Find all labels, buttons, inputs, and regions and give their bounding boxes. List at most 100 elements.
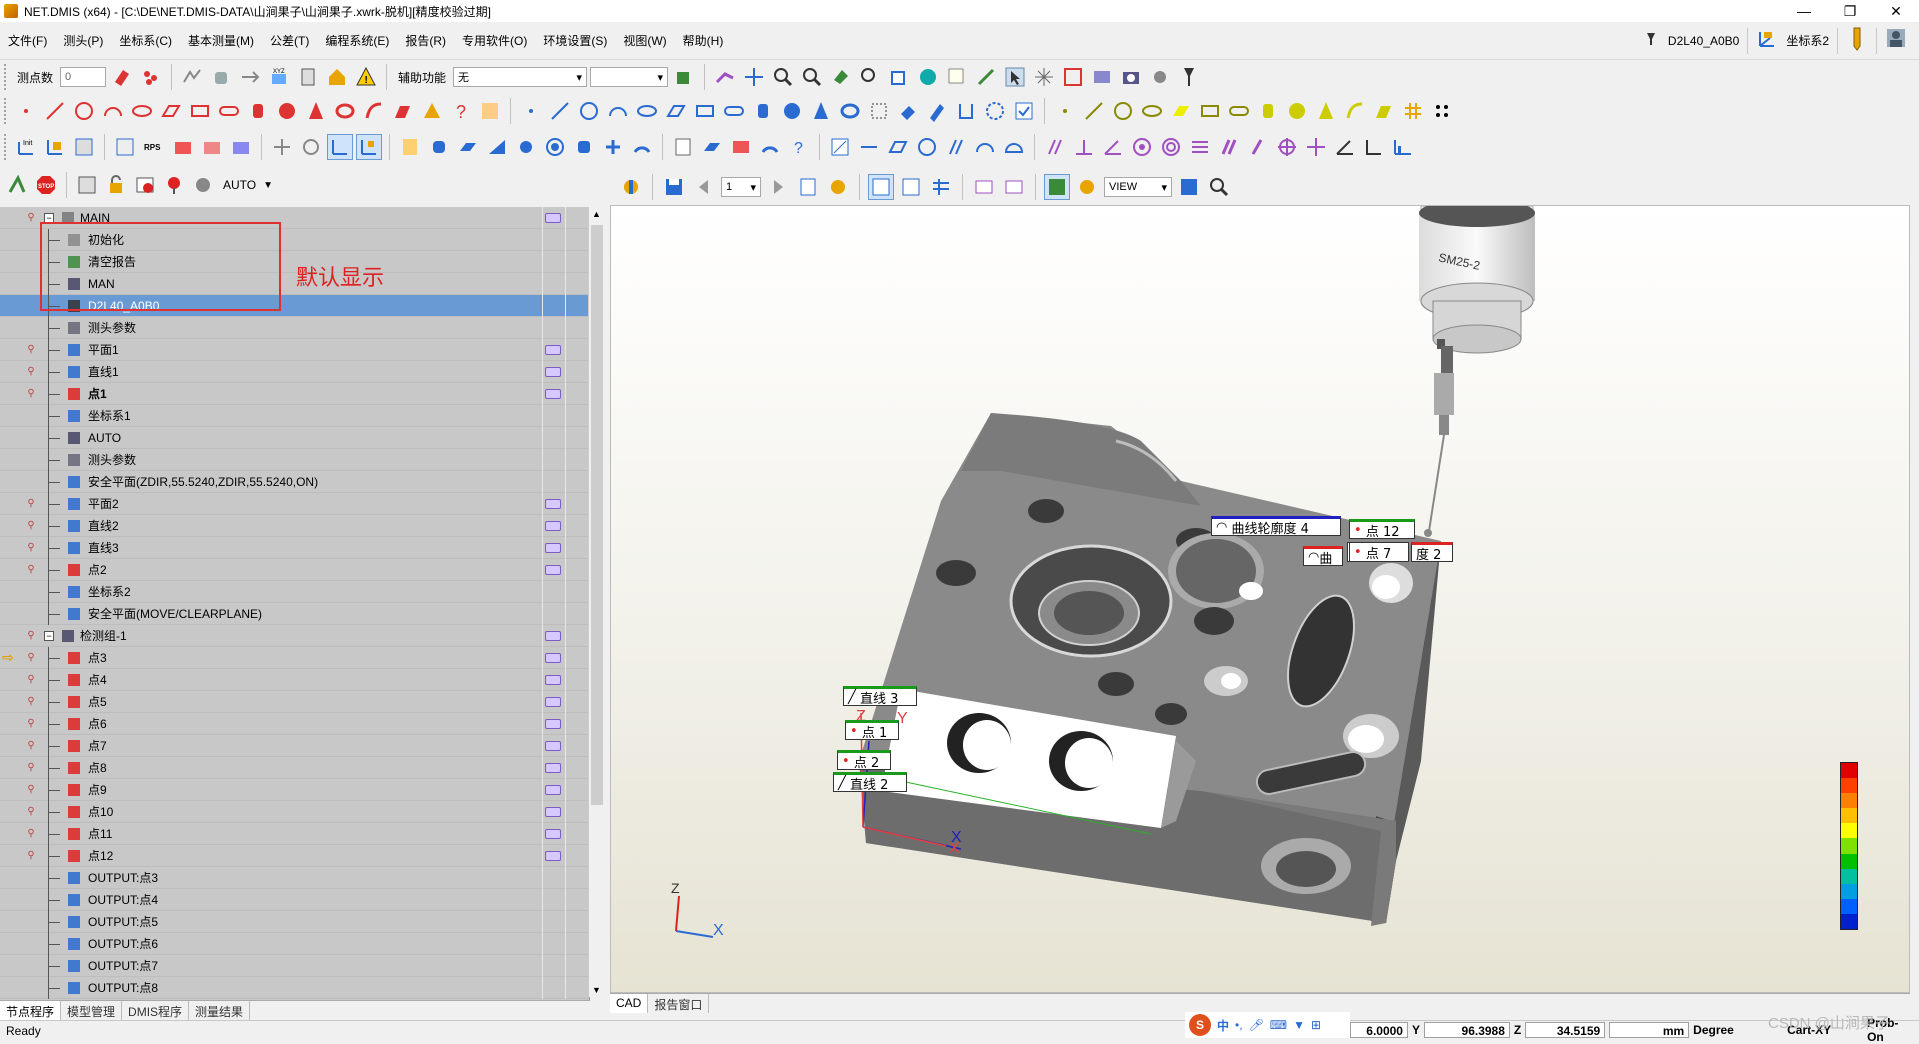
bulb-icon[interactable]: ⚲ [24, 519, 38, 533]
home-icon[interactable] [324, 64, 350, 90]
menu-special[interactable]: 专用软件(O) [454, 32, 535, 49]
menu-report[interactable]: 报告(R) [397, 32, 454, 49]
sym-tol-icon[interactable] [600, 134, 626, 160]
tree-row[interactable]: ⚲ 点8 [0, 756, 588, 779]
cursor-icon[interactable] [1002, 64, 1028, 90]
circle-icon-2[interactable] [576, 98, 602, 124]
label-curve-profile-2b[interactable]: 度 2 [1411, 542, 1453, 563]
bracket-icon[interactable] [953, 98, 979, 124]
rect-icon[interactable] [187, 98, 213, 124]
report-flag-icon[interactable] [545, 741, 561, 751]
aux-select[interactable]: 无 ▾ [453, 67, 588, 87]
record-icon[interactable] [132, 172, 158, 198]
label-line-2[interactable]: ╱ 直线 2 [833, 772, 907, 793]
menu-measure[interactable]: 基本测量(M) [180, 32, 262, 49]
bulb-icon[interactable]: ⚲ [24, 761, 38, 775]
rps-icon[interactable]: RPS [141, 134, 167, 160]
eraser-icon[interactable] [109, 64, 135, 90]
tab-cad[interactable]: CAD [610, 994, 649, 1013]
report-flag-icon[interactable] [545, 521, 561, 531]
bulb-icon[interactable]: ⚲ [24, 387, 38, 401]
tab-results[interactable]: 测量结果 [189, 1001, 251, 1020]
rect-icon-2[interactable] [692, 98, 718, 124]
bulb-icon[interactable]: ⚲ [24, 343, 38, 357]
tree-row[interactable]: 安全平面(MOVE/CLEARPLANE) [0, 602, 588, 625]
tree-row[interactable]: ⚲ 平面1 [0, 338, 588, 361]
axis-icon[interactable] [269, 134, 295, 160]
probe-view-icon[interactable] [825, 174, 851, 200]
tree-row[interactable]: ⚲ 点7 [0, 734, 588, 757]
tree-row[interactable]: OUTPUT:点6 [0, 932, 588, 955]
tab-dmis[interactable]: DMIS程序 [122, 1001, 190, 1020]
bulb-icon[interactable]: ⚲ [24, 541, 38, 555]
surface-icon-3[interactable] [1371, 98, 1397, 124]
report-flag-icon[interactable] [545, 829, 561, 839]
label-toggle-icon[interactable] [1044, 174, 1070, 200]
list-icon[interactable] [74, 172, 100, 198]
ellipse-icon-2[interactable] [634, 98, 660, 124]
tree-row[interactable]: 安全平面(ZDIR,55.5240,ZDIR,55.5240,ON) [0, 470, 588, 493]
zoom-in-icon[interactable] [799, 64, 825, 90]
label-point-1[interactable]: • 点 1 [845, 720, 899, 741]
label-line-3[interactable]: ╱ 直线 3 [843, 686, 917, 707]
tree-row[interactable]: ⚲ 直线2 [0, 514, 588, 537]
slot-icon[interactable] [216, 98, 242, 124]
prev-icon[interactable] [691, 174, 717, 200]
dots-icon[interactable] [1429, 98, 1455, 124]
cylinder-icon-2[interactable] [750, 98, 776, 124]
tree-row[interactable]: 坐标系1 [0, 404, 588, 427]
shirt-icon[interactable]: ▼ [1293, 1018, 1305, 1032]
angle-dim-icon[interactable] [1332, 134, 1358, 160]
edge-icon[interactable] [419, 98, 445, 124]
label-curve-profile-2a[interactable]: ◠ 曲 [1303, 546, 1343, 567]
arc-tol-icon[interactable] [757, 134, 783, 160]
bulb-icon[interactable]: ⚲ [24, 497, 38, 511]
settings-icon[interactable] [1147, 64, 1173, 90]
tree-row[interactable]: ⚲ 点10 [0, 800, 588, 823]
cone-icon-3[interactable] [1313, 98, 1339, 124]
tab-model[interactable]: 模型管理 [61, 1001, 123, 1020]
cylinder-icon[interactable] [245, 98, 271, 124]
cad-viewport[interactable]: SM25-2 X Y Z X X Z ◠ 曲线轮廓度 4 • 点 12 • 点 … [610, 205, 1910, 993]
table-icon[interactable] [928, 174, 954, 200]
circle-icon-3[interactable] [1110, 98, 1136, 124]
tree-row[interactable]: ⚲ 点4 [0, 668, 588, 691]
menu-help[interactable]: 帮助(H) [675, 32, 732, 49]
menu-coord[interactable]: 坐标系(C) [111, 32, 180, 49]
point-icon-2[interactable] [518, 98, 544, 124]
scene-icon[interactable] [618, 174, 644, 200]
move-icon[interactable] [237, 64, 263, 90]
pattern-icon[interactable] [477, 98, 503, 124]
aux-select-2[interactable]: ▾ [590, 67, 669, 87]
tree-row[interactable]: ⚲ 点11 [0, 822, 588, 845]
cylinder-icon-3[interactable] [1255, 98, 1281, 124]
tree-row[interactable]: OUTPUT:点7 [0, 954, 588, 977]
bulb-icon[interactable]: ⚲ [24, 827, 38, 841]
tree-row[interactable]: ⚲ 点9 [0, 778, 588, 801]
tree-row[interactable]: 测头参数 [0, 448, 588, 471]
tree-row[interactable]: ⚲ 直线1 [0, 360, 588, 383]
bulb-icon[interactable]: ⚲ [24, 211, 38, 225]
tree-row[interactable]: OUTPUT:点3 [0, 866, 588, 889]
menu-program[interactable]: 编程系统(E) [317, 32, 397, 49]
rotate-coord-icon[interactable] [199, 134, 225, 160]
report-view-icon[interactable] [868, 174, 894, 200]
ime-punct-icon[interactable]: •, [1235, 1018, 1243, 1032]
tree-row[interactable]: ⚲ − 检测组-1 [0, 624, 588, 647]
camera-icon[interactable] [1118, 64, 1144, 90]
dim-view-icon-2[interactable] [1001, 174, 1027, 200]
point-icon[interactable] [13, 98, 39, 124]
slope-tol-icon[interactable] [484, 134, 510, 160]
sogou-icon[interactable]: S [1189, 1014, 1211, 1036]
transform-icon[interactable] [895, 98, 921, 124]
flat-tol-icon[interactable] [455, 134, 481, 160]
dim-icon[interactable] [827, 134, 853, 160]
point-icon-3[interactable] [1052, 98, 1078, 124]
multi-position-icon[interactable] [1303, 134, 1329, 160]
curve-icon-3[interactable] [1342, 98, 1368, 124]
save-coord-icon[interactable] [228, 134, 254, 160]
collapse-icon[interactable]: − [44, 630, 54, 641]
line-icon[interactable] [42, 98, 68, 124]
doc-icon[interactable] [670, 134, 696, 160]
report-flag-icon[interactable] [545, 851, 561, 861]
